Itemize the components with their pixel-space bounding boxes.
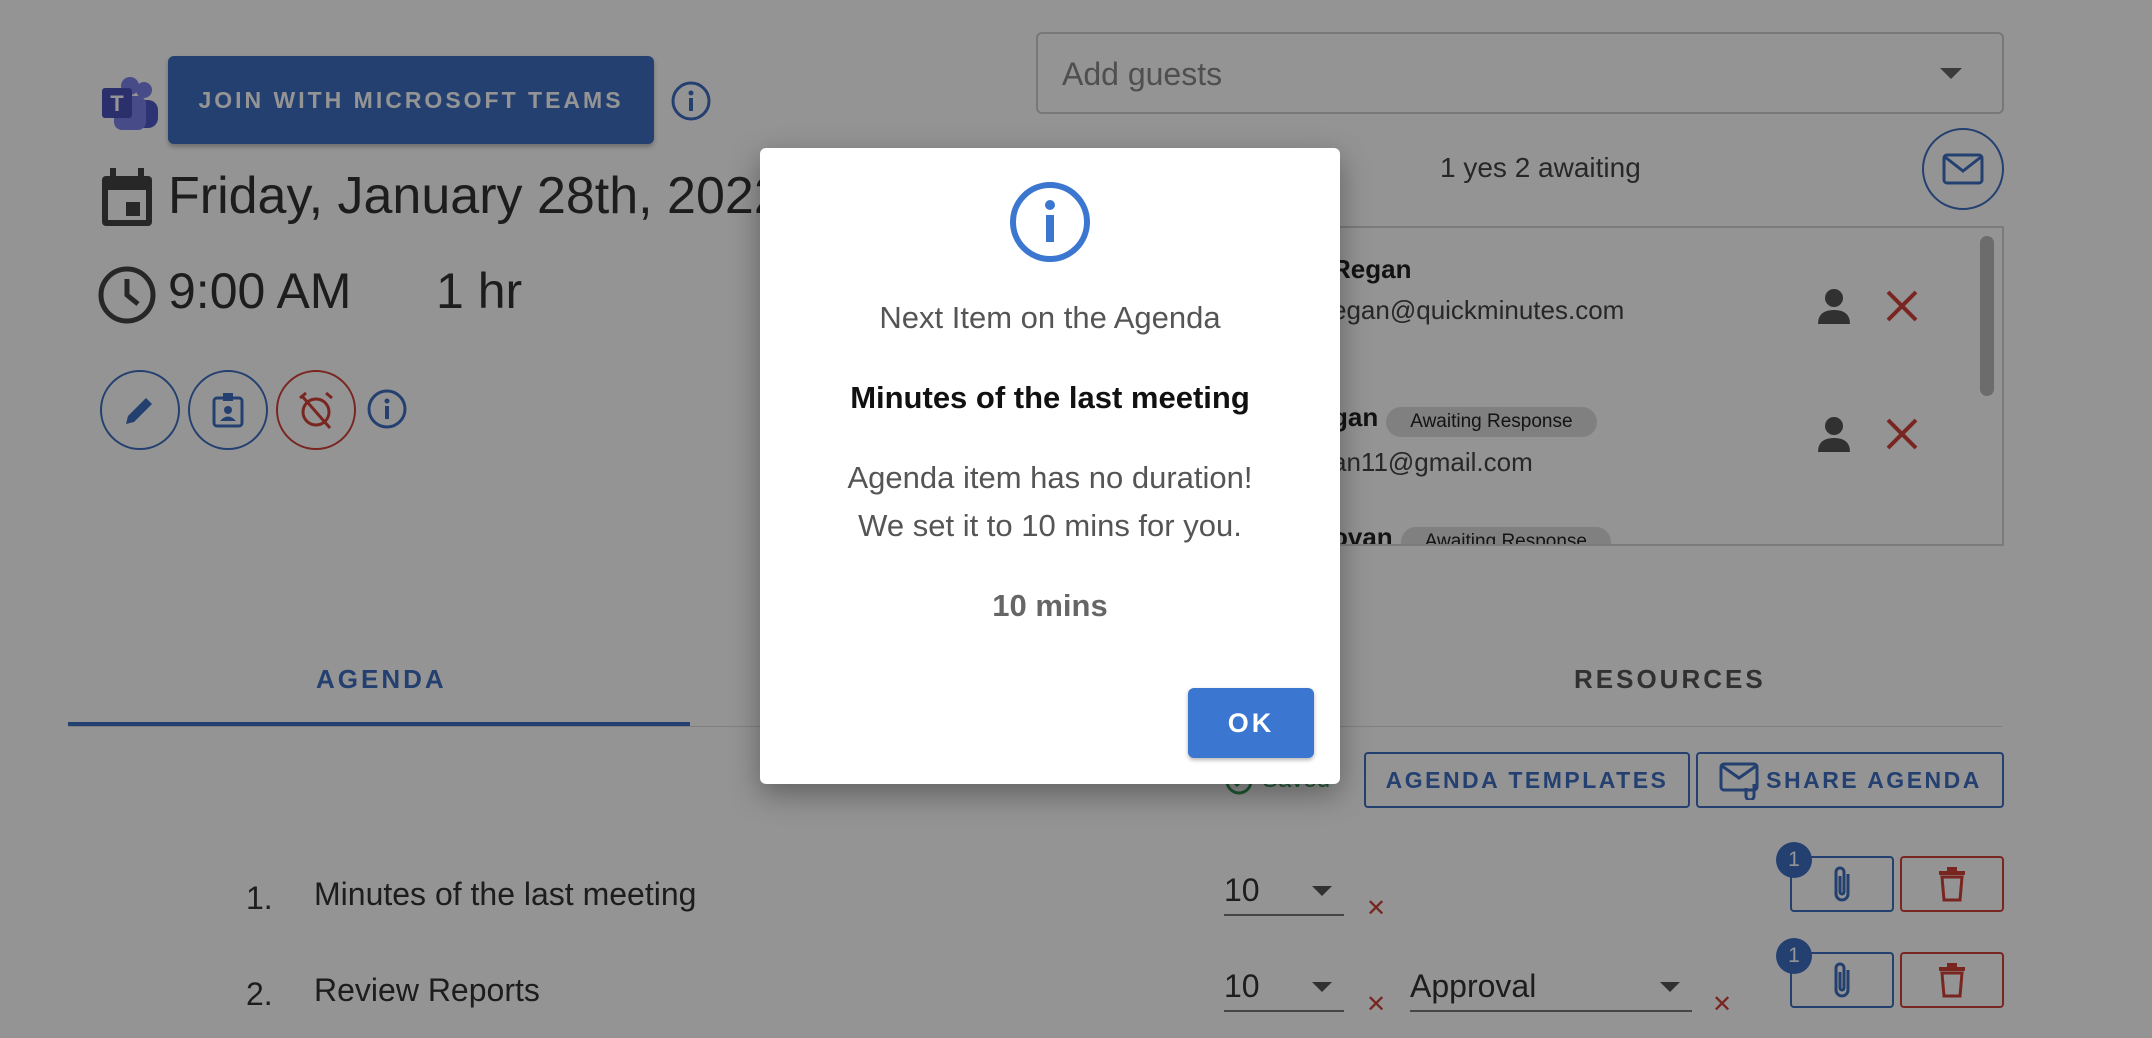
next-item-dialog: Next Item on the Agenda Minutes of the l… [760,148,1340,784]
dialog-message-line2: We set it to 10 mins for you. [858,508,1242,543]
ok-button[interactable]: OK [1188,688,1314,758]
dialog-heading: Next Item on the Agenda [879,300,1221,335]
info-icon [1008,180,1092,264]
dialog-message-line1: Agenda item has no duration! [847,460,1253,495]
dialog-duration: 10 mins [992,588,1108,623]
dialog-item-title: Minutes of the last meeting [850,380,1250,415]
